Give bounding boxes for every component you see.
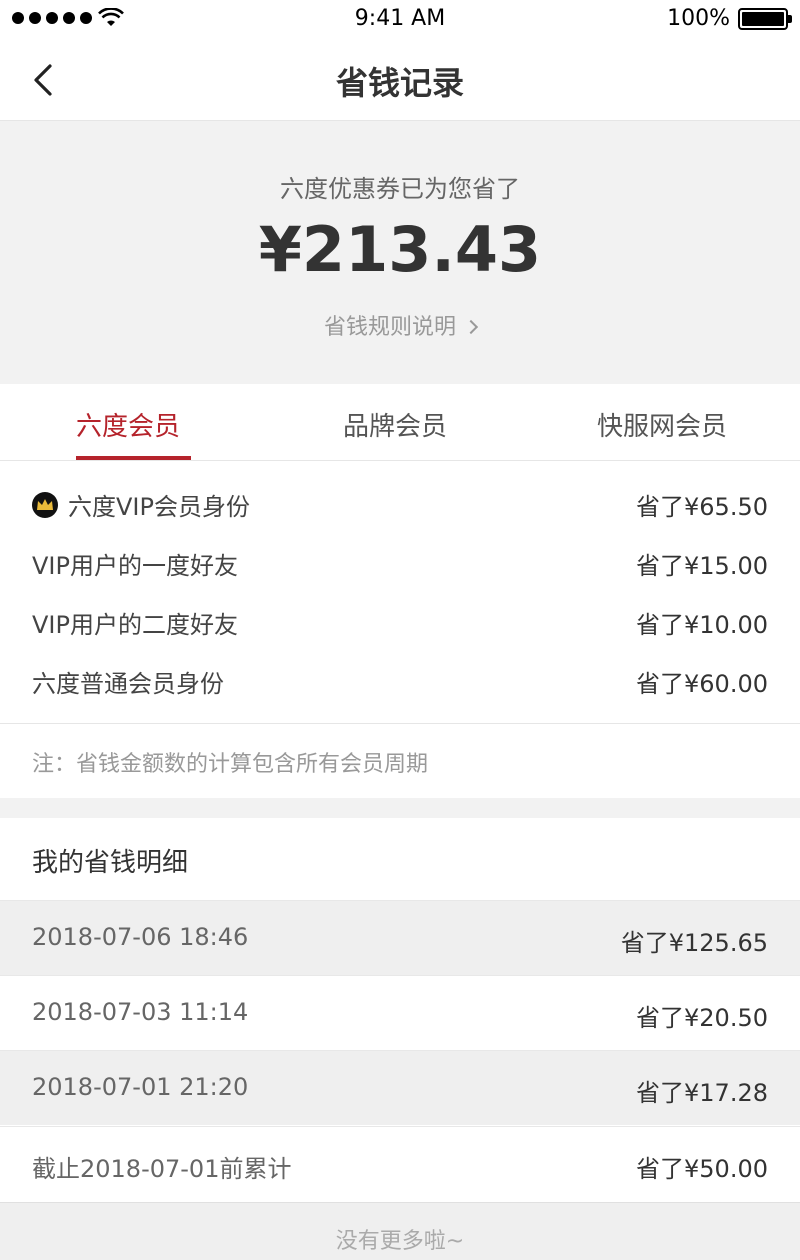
chevron-right-icon xyxy=(463,319,479,335)
breakdown-value: 省了¥60.00 xyxy=(636,670,768,698)
breakdown-row: 六度VIP会员身份 省了¥65.50 xyxy=(32,475,768,534)
savings-summary: 六度优惠券已为您省了 ¥213.43 省钱规则说明 xyxy=(0,121,800,384)
detail-date: 2018-07-03 11:14 xyxy=(32,998,249,1026)
breakdown-row: 六度普通会员身份 省了¥60.00 xyxy=(32,652,768,711)
crown-icon xyxy=(32,491,58,518)
membership-tabs: 六度会员 品牌会员 快服网会员 xyxy=(0,384,800,461)
detail-row: 2018-07-01 21:20 省了¥17.28 xyxy=(0,1050,800,1125)
breakdown-value: 省了¥10.00 xyxy=(636,611,768,639)
detail-date: 2018-07-01 21:20 xyxy=(32,1073,249,1101)
detail-amount: 省了¥50.00 xyxy=(636,1155,768,1183)
breakdown-label: VIP用户的一度好友 xyxy=(32,552,238,580)
battery-icon xyxy=(738,7,792,30)
page-title: 省钱记录 xyxy=(335,64,464,102)
tab-brand-member[interactable]: 品牌会员 xyxy=(343,406,447,443)
breakdown-value: 省了¥65.50 xyxy=(636,493,768,521)
detail-row: 截止2018-07-01前累计 省了¥50.00 xyxy=(0,1126,800,1201)
detail-header: 我的省钱明细 xyxy=(0,818,800,900)
savings-rules-link[interactable]: 省钱规则说明 xyxy=(0,309,800,341)
tab-liudu-member[interactable]: 六度会员 xyxy=(76,406,180,443)
calculation-note: 注：省钱金额数的计算包含所有会员周期 xyxy=(0,724,800,798)
detail-row: 2018-07-06 18:46 省了¥125.65 xyxy=(0,900,800,975)
savings-breakdown: 六度VIP会员身份 省了¥65.50 VIP用户的一度好友 省了¥15.00 V… xyxy=(0,461,800,724)
battery-area: 100% xyxy=(667,6,792,31)
savings-rules-label: 省钱规则说明 xyxy=(323,315,456,340)
battery-percentage: 100% xyxy=(667,6,730,31)
breakdown-row: VIP用户的二度好友 省了¥10.00 xyxy=(32,593,768,652)
navigation-bar: 省钱记录 xyxy=(0,40,800,121)
summary-caption: 六度优惠券已为您省了 xyxy=(280,175,520,203)
detail-amount: 省了¥17.28 xyxy=(636,1079,768,1107)
list-end-footer: 没有更多啦~ xyxy=(0,1202,800,1260)
detail-amount: 省了¥20.50 xyxy=(636,1004,768,1032)
total-savings-amount: ¥213.43 xyxy=(258,213,542,286)
breakdown-value: 省了¥15.00 xyxy=(636,552,768,580)
breakdown-label: 六度普通会员身份 xyxy=(32,670,224,698)
detail-title: 我的省钱明细 xyxy=(32,848,189,878)
section-divider xyxy=(0,798,800,818)
detail-date: 截止2018-07-01前累计 xyxy=(32,1155,292,1183)
active-tab-indicator xyxy=(76,456,191,460)
detail-amount: 省了¥125.65 xyxy=(620,929,768,957)
detail-row: 2018-07-03 11:14 省了¥20.50 xyxy=(0,975,800,1050)
breakdown-row: VIP用户的一度好友 省了¥15.00 xyxy=(32,534,768,593)
no-more-text: 没有更多啦~ xyxy=(335,1229,465,1254)
status-bar: 9:41 AM 100% xyxy=(0,0,800,40)
breakdown-label: 六度VIP会员身份 xyxy=(68,493,250,521)
note-text: 注：省钱金额数的计算包含所有会员周期 xyxy=(32,752,429,777)
detail-date: 2018-07-06 18:46 xyxy=(32,923,249,951)
breakdown-label: VIP用户的二度好友 xyxy=(32,611,238,639)
tab-kuaifu-member[interactable]: 快服网会员 xyxy=(597,406,727,443)
